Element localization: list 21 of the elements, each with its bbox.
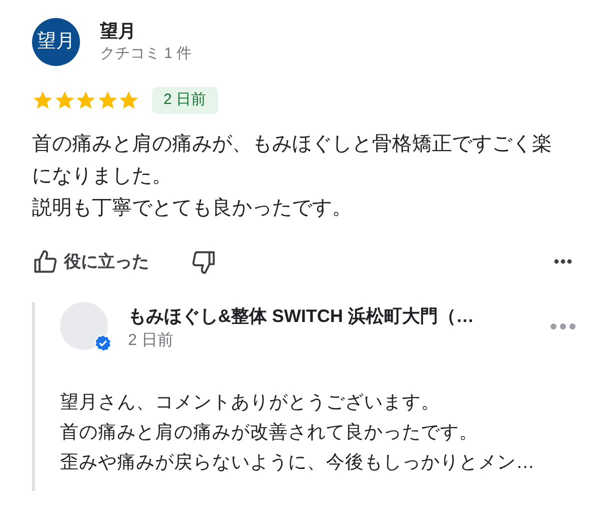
helpful-button[interactable]: 役に立った	[32, 248, 149, 274]
star-icon	[118, 90, 140, 111]
star-icon	[32, 90, 54, 111]
star-icon	[96, 90, 118, 111]
reply-time: 2 日前	[128, 330, 174, 350]
review-count: クチコミ 1 件	[100, 44, 192, 64]
reply-text: 望月さん、コメントありがとうございます。	[60, 390, 441, 414]
reply-text: 歪みや痛みが戻らないように、今後もしっかりとメン…	[60, 450, 536, 474]
more-icon[interactable]	[554, 259, 572, 264]
avatar: 望月	[32, 18, 80, 66]
reviewer-name[interactable]: 望月	[100, 19, 192, 43]
review-text: 説明も丁寧でとても良かったです。	[32, 196, 353, 220]
thumbs-down-icon[interactable]	[191, 248, 217, 274]
business-name[interactable]: もみほぐし&整体 SWITCH 浜松町大門（…	[128, 302, 530, 328]
star-icon	[75, 90, 96, 111]
reply-text: 首の痛みと肩の痛みが改善されて良かったです。	[60, 420, 479, 444]
star-icon	[54, 90, 75, 111]
review-text: 首の痛みと肩の痛みが、もみほぐしと骨格矯正ですごく楽になりました。	[32, 132, 553, 188]
time-badge: 2 日前	[152, 87, 218, 114]
thumbs-up-icon	[32, 248, 58, 274]
avatar	[60, 302, 108, 350]
